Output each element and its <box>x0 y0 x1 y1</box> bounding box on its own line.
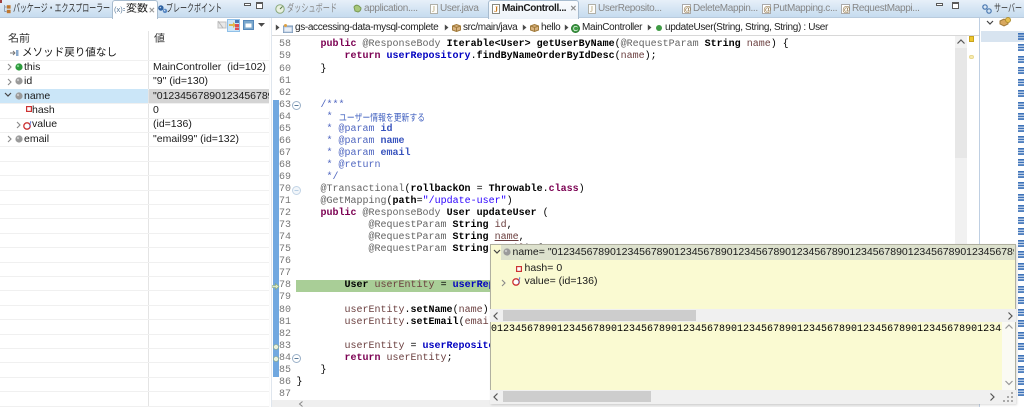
svg-text:@: @ <box>763 5 771 14</box>
svg-text:@: @ <box>683 5 691 14</box>
svg-text:f: f <box>518 277 521 284</box>
svg-text:C: C <box>573 26 578 33</box>
svg-text:(x)=: (x)= <box>114 5 125 14</box>
svg-text:J: J <box>432 5 435 14</box>
svg-text:J: J <box>494 5 498 14</box>
svg-text:J: J <box>590 5 593 14</box>
svg-text:@: @ <box>842 5 850 14</box>
